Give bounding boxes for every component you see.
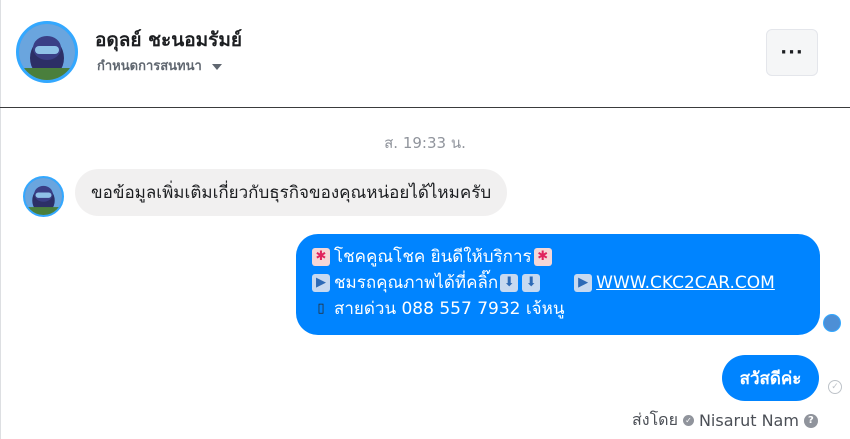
incoming-sender-avatar: [23, 176, 64, 217]
question-mark-icon[interactable]: ?: [803, 413, 818, 428]
promo-text: ชมรถคุณภาพได้ที่คลิ๊ก: [334, 273, 499, 293]
anger-symbol-icon: ✱: [533, 248, 552, 266]
check-icon: ✓: [682, 415, 694, 426]
outgoing-message-bubble-small[interactable]: สวัสดีค่ะ: [722, 355, 819, 401]
hotline-text: สายด่วน 088 557 7932 เจ้หนู: [334, 299, 565, 319]
message-timestamp: ส. 19:33 น.: [384, 134, 466, 152]
anger-symbol-icon: ✱: [312, 248, 330, 266]
website-link[interactable]: WWW.CKC2CAR.COM: [596, 270, 775, 296]
conversation-header: อดุลย์ ชะนอมรัมย์ กำหนดการสนทนา ···: [0, 0, 850, 108]
sender-name: Nisarut Nam: [698, 411, 799, 430]
down-arrow-icon: ⬇: [522, 274, 541, 292]
conversation-scheduling[interactable]: กำหนดการสนทนา: [97, 55, 222, 76]
sent-by-label: ส่งโดย: [632, 410, 678, 429]
sent-check-icon: ✓: [828, 380, 842, 394]
play-button-icon: ▶: [574, 274, 593, 292]
conversation-scheduling-label: กำหนดการสนทนา: [97, 59, 202, 74]
message-line-2: ▶ ชมรถคุณภาพได้ที่คลิ๊ก ⬇ ⬇ ▶ WWW.CKC2CA…: [312, 270, 804, 296]
messenger-conversation: อดุลย์ ชะนอมรัมย์ กำหนดการสนทนา ··· ส. 1…: [0, 0, 850, 439]
avatar-photo: [25, 178, 62, 215]
message-line-3: ▯ สายด่วน 088 557 7932 เจ้หนู: [312, 296, 804, 322]
greeting-text: โชคคูณโชค ยินดีให้บริการ: [334, 247, 532, 267]
caret-down-icon: [211, 63, 222, 70]
more-options-button[interactable]: ···: [766, 29, 818, 76]
incoming-message-bubble[interactable]: ขอข้อมูลเพิ่มเติมเกี่ยวกับธุรกิจของคุณหน…: [75, 169, 508, 216]
contact-name[interactable]: อดุลย์ ชะนอมรัมย์: [95, 25, 242, 55]
outgoing-message-bubble[interactable]: ✱ โชคคูณโชค ยินดีให้บริการ ✱ ▶ ชมรถคุณภา…: [296, 234, 820, 335]
mobile-phone-icon: ▯: [317, 301, 325, 316]
contact-avatar[interactable]: [16, 21, 78, 83]
down-arrow-icon: ⬇: [500, 274, 519, 292]
message-line-1: ✱ โชคคูณโชค ยินดีให้บริการ ✱: [312, 244, 804, 270]
sent-by-info: ส่งโดย ✓ Nisarut Nam ?: [632, 408, 818, 433]
read-receipt-avatar: [823, 314, 841, 332]
avatar-photo: [19, 24, 75, 80]
play-button-icon: ▶: [312, 274, 330, 292]
